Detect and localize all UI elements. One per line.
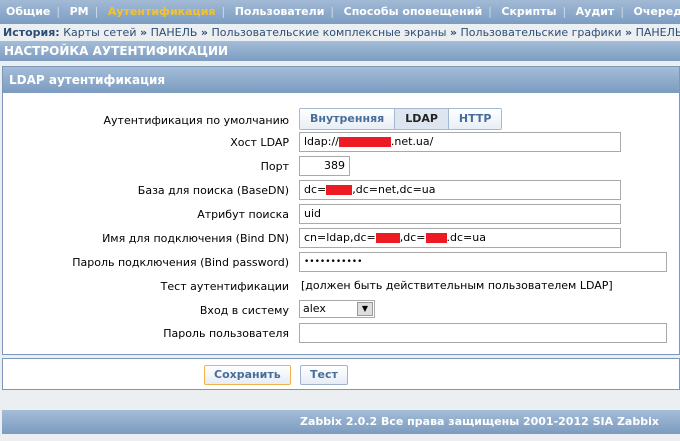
bindpw-label: Пароль подключения (Bind password) (72, 256, 289, 269)
separator: » (200, 26, 209, 39)
binddn-input[interactable]: cn=ldap,dc= ,dc= .dc=ua (299, 228, 621, 248)
nav-authentication[interactable]: Аутентификация (108, 5, 216, 18)
basedn-prefix: dc= (304, 183, 327, 196)
nav-users[interactable]: Пользователи (235, 5, 325, 18)
footer: Zabbix 2.0.2 Все права защищены 2001-201… (2, 410, 680, 434)
top-nav: Общие | PM | Аутентификация | Пользователи |… (0, 0, 680, 24)
binddn-part: .dc=ua (446, 231, 486, 244)
redaction (338, 137, 391, 147)
breadcrumb: История: Карты сетей » ПАНЕЛЬ » Пользова… (3, 26, 680, 39)
host-prefix: ldap:// (304, 135, 339, 148)
history-label: История: (3, 26, 60, 39)
nav-media-types[interactable]: Способы оповещений (344, 5, 483, 18)
user-password-input[interactable] (299, 323, 667, 343)
test-button[interactable]: Тест (300, 365, 348, 385)
binddn-part: ,dc= (399, 231, 426, 244)
test-auth-label: Тест аутентификации (160, 280, 289, 293)
default-auth-row: Аутентификация по умолчанию Внутренняя L… (3, 108, 680, 132)
button-panel: Сохранить Тест (2, 358, 680, 390)
basedn-input[interactable]: dc= ,dc=net,dc=ua (299, 180, 621, 200)
history-link[interactable]: Пользовательские графики (461, 26, 622, 39)
nav-audit[interactable]: Аудит (576, 5, 615, 18)
history-link[interactable]: Карты сетей (63, 26, 136, 39)
history-link[interactable]: ПАНЕЛЬ (636, 26, 680, 39)
search-attr-label: Атрибут поиска (197, 208, 289, 221)
port-input[interactable]: 389 (299, 156, 350, 176)
page-title: НАСТРОЙКА АУТЕНТИФИКАЦИИ (0, 41, 680, 61)
auth-internal-button[interactable]: Внутренняя (300, 109, 396, 129)
test-auth-note: [должен быть действительным пользователе… (301, 279, 613, 292)
bindpw-input[interactable]: ••••••••••• (299, 252, 667, 272)
history-link[interactable]: ПАНЕЛЬ (151, 26, 198, 39)
separator: » (625, 26, 633, 39)
login-select[interactable]: alex ▼ (299, 300, 375, 318)
nav-general[interactable]: Общие (6, 5, 50, 18)
nav-scripts[interactable]: Скрипты (501, 5, 556, 18)
binddn-part: cn=ldap,dc= (304, 231, 376, 244)
auth-type-switch: Внутренняя LDAP HTTP (299, 108, 503, 130)
binddn-label: Имя для подключения (Bind DN) (102, 232, 289, 245)
save-button[interactable]: Сохранить (204, 365, 291, 385)
separator: » (139, 26, 148, 39)
separator: » (449, 26, 458, 39)
redaction (326, 185, 353, 195)
default-auth-label: Аутентификация по умолчанию (103, 114, 289, 127)
login-label: Вход в систему (199, 304, 289, 317)
history-link[interactable]: Пользовательские комплексные экраны (212, 26, 447, 39)
basedn-suffix: ,dc=net,dc=ua (352, 183, 436, 196)
nav-queue[interactable]: Очередь (634, 5, 680, 18)
redaction (425, 233, 447, 243)
basedn-label: База для поиска (BaseDN) (137, 184, 289, 197)
auth-ldap-button[interactable]: LDAP (395, 109, 449, 129)
search-attr-input[interactable]: uid (299, 204, 621, 224)
user-pw-label: Пароль пользователя (163, 327, 289, 340)
chevron-down-icon[interactable]: ▼ (357, 302, 373, 316)
login-value: alex (303, 302, 326, 315)
host-suffix: .net.ua/ (390, 135, 434, 148)
ldap-host-input[interactable]: ldap:// .net.ua/ (299, 132, 621, 152)
nav-pm[interactable]: PM (70, 5, 89, 18)
port-label: Порт (260, 160, 289, 173)
panel-title: LDAP аутентификация (3, 67, 679, 93)
auth-http-button[interactable]: HTTP (448, 109, 502, 129)
host-label: Хост LDAP (230, 136, 289, 149)
redaction (375, 233, 400, 243)
ldap-panel: LDAP аутентификация Аутентификация по ум… (2, 66, 680, 355)
